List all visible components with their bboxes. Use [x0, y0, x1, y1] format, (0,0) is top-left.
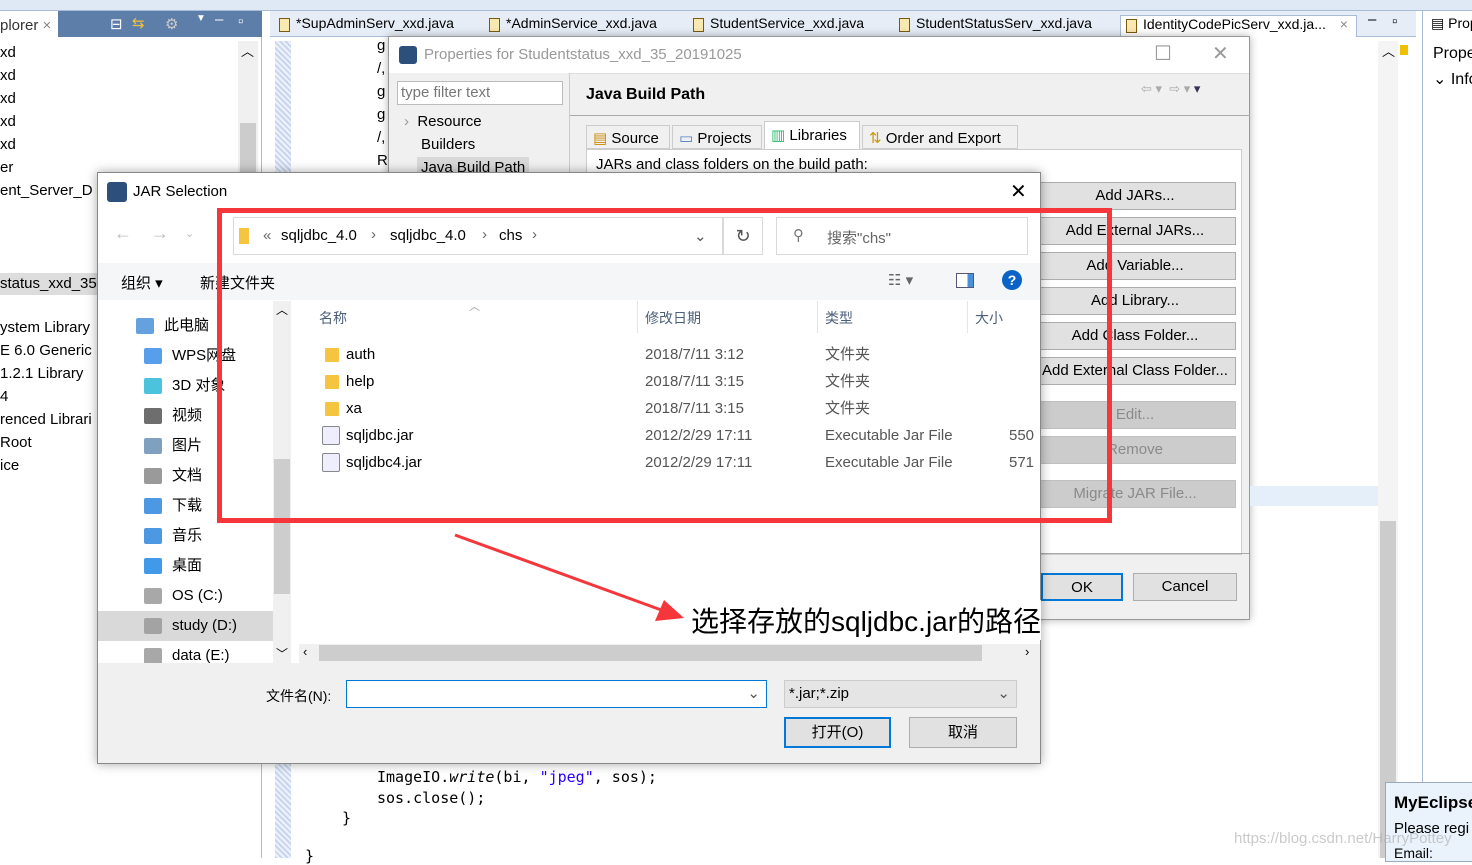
annotation-text: 选择存放的sqljdbc.jar的路径 — [691, 600, 1042, 640]
watermark: https://blog.csdn.net/HarryPottey — [1234, 830, 1452, 847]
annotation-arrow — [454, 533, 684, 621]
arrow-line — [454, 533, 665, 613]
myeclipse-popup: MyEclipse Please regi Email: — [1385, 782, 1472, 862]
